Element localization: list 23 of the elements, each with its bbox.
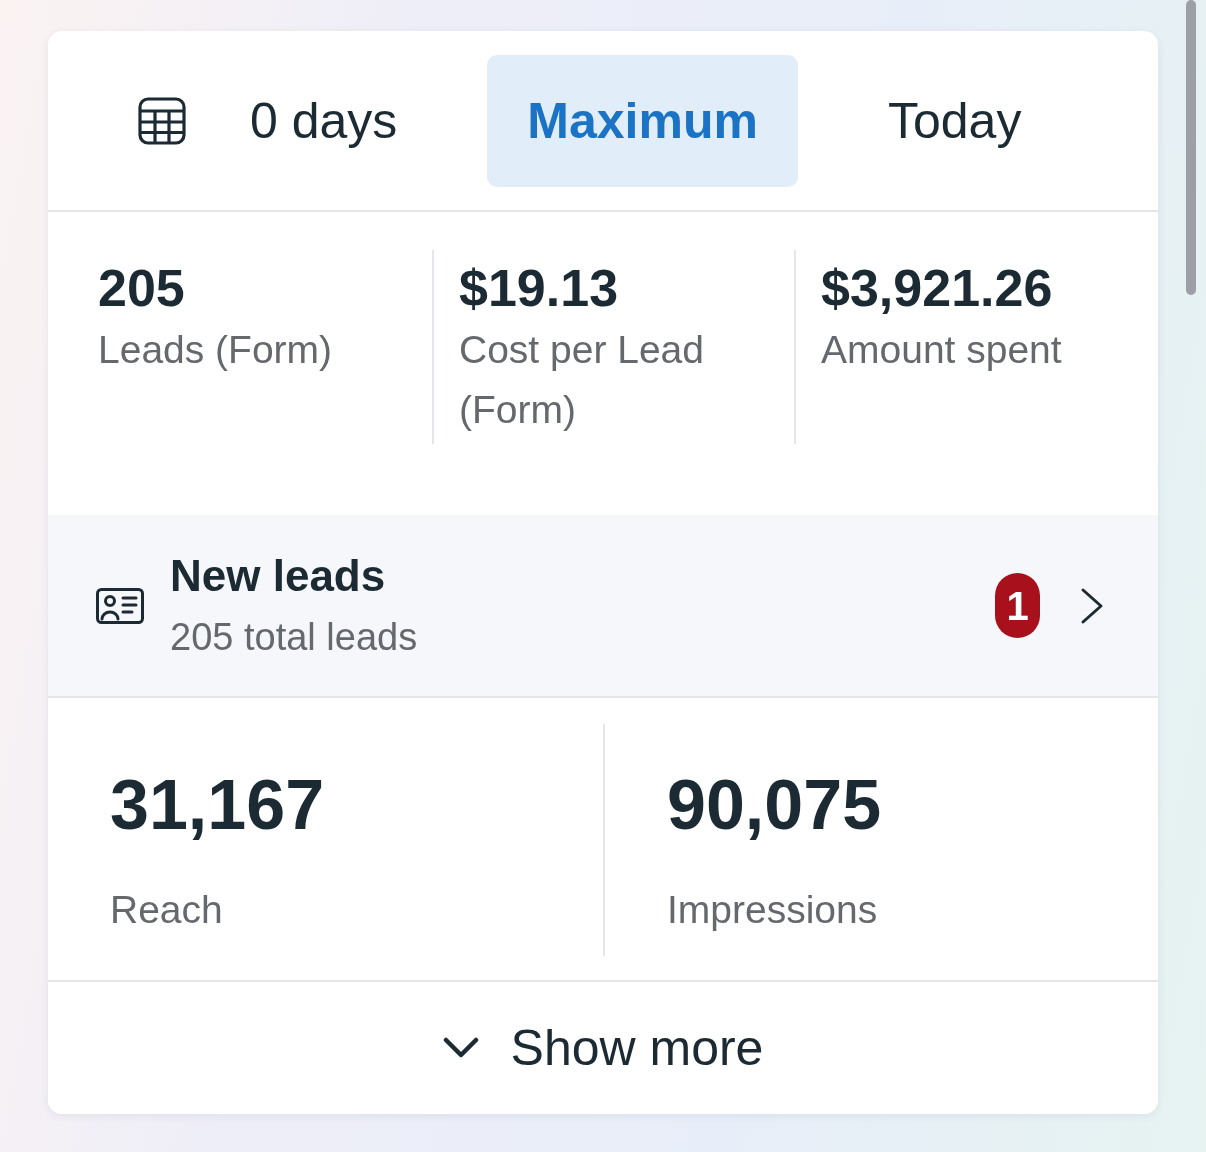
id-card-icon bbox=[96, 587, 144, 624]
metric-value: $3,921.26 bbox=[821, 262, 1054, 314]
new-leads-row[interactable]: New leads 205 total leads 1 bbox=[48, 515, 1158, 698]
notification-badge: 1 bbox=[995, 573, 1040, 638]
metric-value: 90,075 bbox=[667, 770, 883, 840]
total-leads-count: 205 total leads bbox=[170, 616, 419, 659]
metric-label: Leads (Form) bbox=[98, 327, 334, 373]
show-more-button[interactable]: Show more bbox=[48, 982, 1158, 1114]
metric-value: $19.13 bbox=[459, 262, 620, 314]
metric-label: Cost per Lead (Form) bbox=[459, 327, 705, 433]
chevron-down-icon bbox=[442, 1037, 479, 1059]
metric-label: Amount spent bbox=[821, 327, 1063, 373]
date-range-tab[interactable]: 0 days bbox=[98, 54, 438, 187]
calendar-icon bbox=[138, 96, 186, 145]
metric-label: Impressions bbox=[667, 890, 879, 929]
date-range-tab[interactable]: Today bbox=[847, 54, 1062, 187]
new-leads-title: New leads bbox=[170, 552, 387, 601]
metric-value: 205 bbox=[98, 262, 186, 314]
chevron-right-icon bbox=[1080, 586, 1104, 625]
date-range-tab[interactable]: Maximum bbox=[487, 54, 798, 187]
metric-label: Reach bbox=[110, 890, 224, 929]
metric-value: 31,167 bbox=[110, 770, 326, 840]
scrollbar-thumb[interactable] bbox=[1186, 0, 1196, 295]
